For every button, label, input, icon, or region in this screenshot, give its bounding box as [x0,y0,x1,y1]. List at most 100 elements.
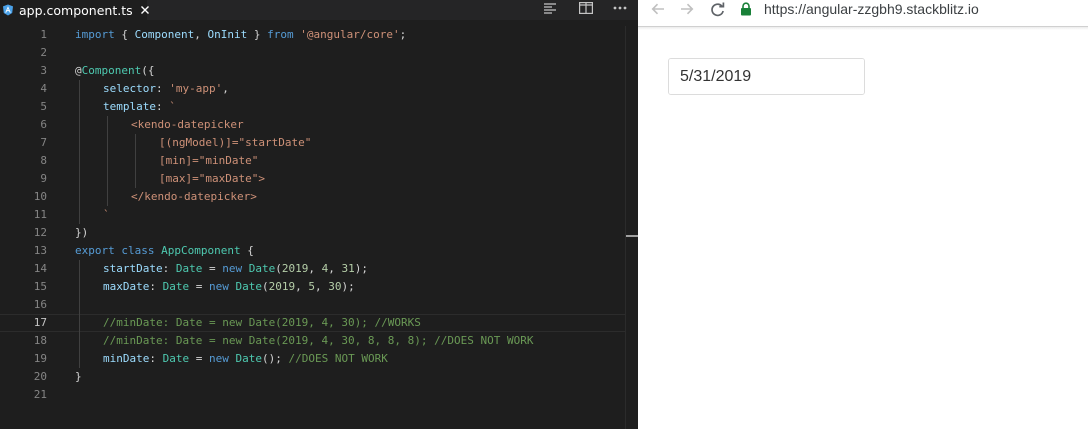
browser-preview: https://angular-zzgbh9.stackblitz.io [638,0,1088,429]
editor-tab-bar: app.component.ts [0,0,638,20]
code-text: selector: 'my-app', [103,80,229,98]
tab-app-component-ts[interactable]: app.component.ts [0,0,150,20]
indent-guide [135,152,136,170]
code-line[interactable]: 1 import { Component, OnInit } from '@ang… [0,26,625,44]
code-token: Date [235,280,262,293]
code-token: = [189,352,209,365]
indent-guide [79,350,80,368]
code-token: Date [162,352,190,365]
code-token: </kendo-datepicker> [131,190,257,203]
code-token: template [103,100,156,113]
line-number: 3 [40,64,47,77]
code-text: <kendo-datepicker [131,116,244,134]
code-token: , [314,280,329,293]
line-number: 7 [40,136,47,149]
indent-guide [107,134,108,152]
code-line[interactable]: 7 [(ngModel)]="startDate" [0,134,625,152]
lock-icon [739,2,753,16]
code-token: [max]="maxDate"> [159,172,265,185]
code-line[interactable]: 8 [min]="minDate" [0,152,625,170]
code-line[interactable]: 11 ` [0,206,625,224]
code-text: maxDate: Date = new Date(2019, 5, 30); [103,278,355,296]
code-token: 5 [308,280,315,293]
code-text: }) [75,224,88,242]
indent-guide [79,134,80,152]
code-line[interactable]: 21 [0,386,625,404]
line-number: 2 [40,46,47,59]
code-token: ; [399,28,407,41]
split-editor-icon[interactable] [575,0,597,16]
code-text: //minDate: Date = new Date(2019, 4, 30);… [103,314,421,332]
line-number: 14 [33,262,47,275]
code-token: , [308,262,322,275]
code-text: @Component({ [75,62,154,80]
back-arrow-icon[interactable] [648,0,668,18]
indent-guide [79,206,80,224]
address-bar[interactable]: https://angular-zzgbh9.stackblitz.io [739,0,1088,18]
code-token: ( [261,280,269,293]
code-line[interactable]: 2 [0,44,625,62]
line-number: 12 [33,226,47,239]
code-token: 2019 [281,262,309,275]
code-token: //DOES NOT WORK [288,352,388,365]
code-line[interactable]: 17 //minDate: Date = new Date(2019, 4, 30… [0,314,625,332]
code-line[interactable]: 20} [0,368,625,386]
more-actions-icon[interactable] [609,0,631,16]
code-text: export class AppComponent { [75,242,254,260]
format-document-icon[interactable] [539,0,561,16]
code-line[interactable]: 6 <kendo-datepicker [0,116,625,134]
code-token: new [222,262,243,275]
code-token: @ [75,64,82,77]
code-line[interactable]: 19 minDate: Date = new Date(); //DOES NOT… [0,350,625,368]
reload-icon[interactable] [707,0,727,18]
line-number: 15 [33,280,47,293]
code-token: class [121,244,155,257]
code-token: , [328,262,342,275]
url-text: https://angular-zzgbh9.stackblitz.io [764,1,979,17]
code-token: ); [354,262,368,275]
code-line[interactable]: 18 //minDate: Date = new Date(2019, 4, 30… [0,332,625,350]
code-line[interactable]: 3 @Component({ [0,62,625,80]
code-token: : [162,262,176,275]
indent-guide [79,80,80,98]
forward-arrow-icon[interactable] [677,0,697,18]
indent-guide [79,188,80,206]
line-number: 20 [33,370,47,383]
line-number: 4 [40,82,47,95]
code-token: = [189,280,209,293]
code-line[interactable]: 13 export class AppComponent { [0,242,625,260]
date-input[interactable] [669,59,864,94]
close-icon[interactable] [140,3,150,17]
code-token: //minDate: Date = new Date(2019, 4, 30, … [103,334,534,347]
code-line[interactable]: 4 selector: 'my-app', [0,80,625,98]
code-token: from [267,28,294,41]
indent-guide [107,116,108,134]
indent-guide [79,170,80,188]
code-line[interactable]: 10 </kendo-datepicker> [0,188,625,206]
code-line[interactable]: 5 template: ` [0,98,625,116]
editor-vertical-scrollbar[interactable] [625,26,638,429]
code-line[interactable]: 14 startDate: Date = new Date(2019, 4, 31… [0,260,625,278]
code-text: [min]="minDate" [159,152,258,170]
code-editor[interactable]: app.component.ts 1 import { Component, On… [0,0,638,429]
code-text: </kendo-datepicker> [131,188,257,206]
code-token: new [208,352,229,365]
scrollbar-position-marker [626,235,638,237]
indent-guide [79,98,80,116]
indent-guide [79,278,80,296]
code-line[interactable]: 12}) [0,224,625,242]
code-line[interactable]: 9 [max]="maxDate"> [0,170,625,188]
code-token: [(ngModel)]="startDate" [159,136,312,149]
indent-guide [79,296,80,314]
line-number: 6 [40,118,47,131]
code-lines[interactable]: 1 import { Component, OnInit } from '@ang… [0,26,625,404]
indent-guide [107,170,108,188]
line-number: 1 [40,28,47,41]
code-line[interactable]: 16 [0,296,625,314]
line-number: 19 [33,352,47,365]
code-line[interactable]: 15 maxDate: Date = new Date(2019, 5, 30); [0,278,625,296]
code-token: ( [275,262,282,275]
code-token: maxDate [103,280,150,293]
code-token: } [75,370,82,383]
